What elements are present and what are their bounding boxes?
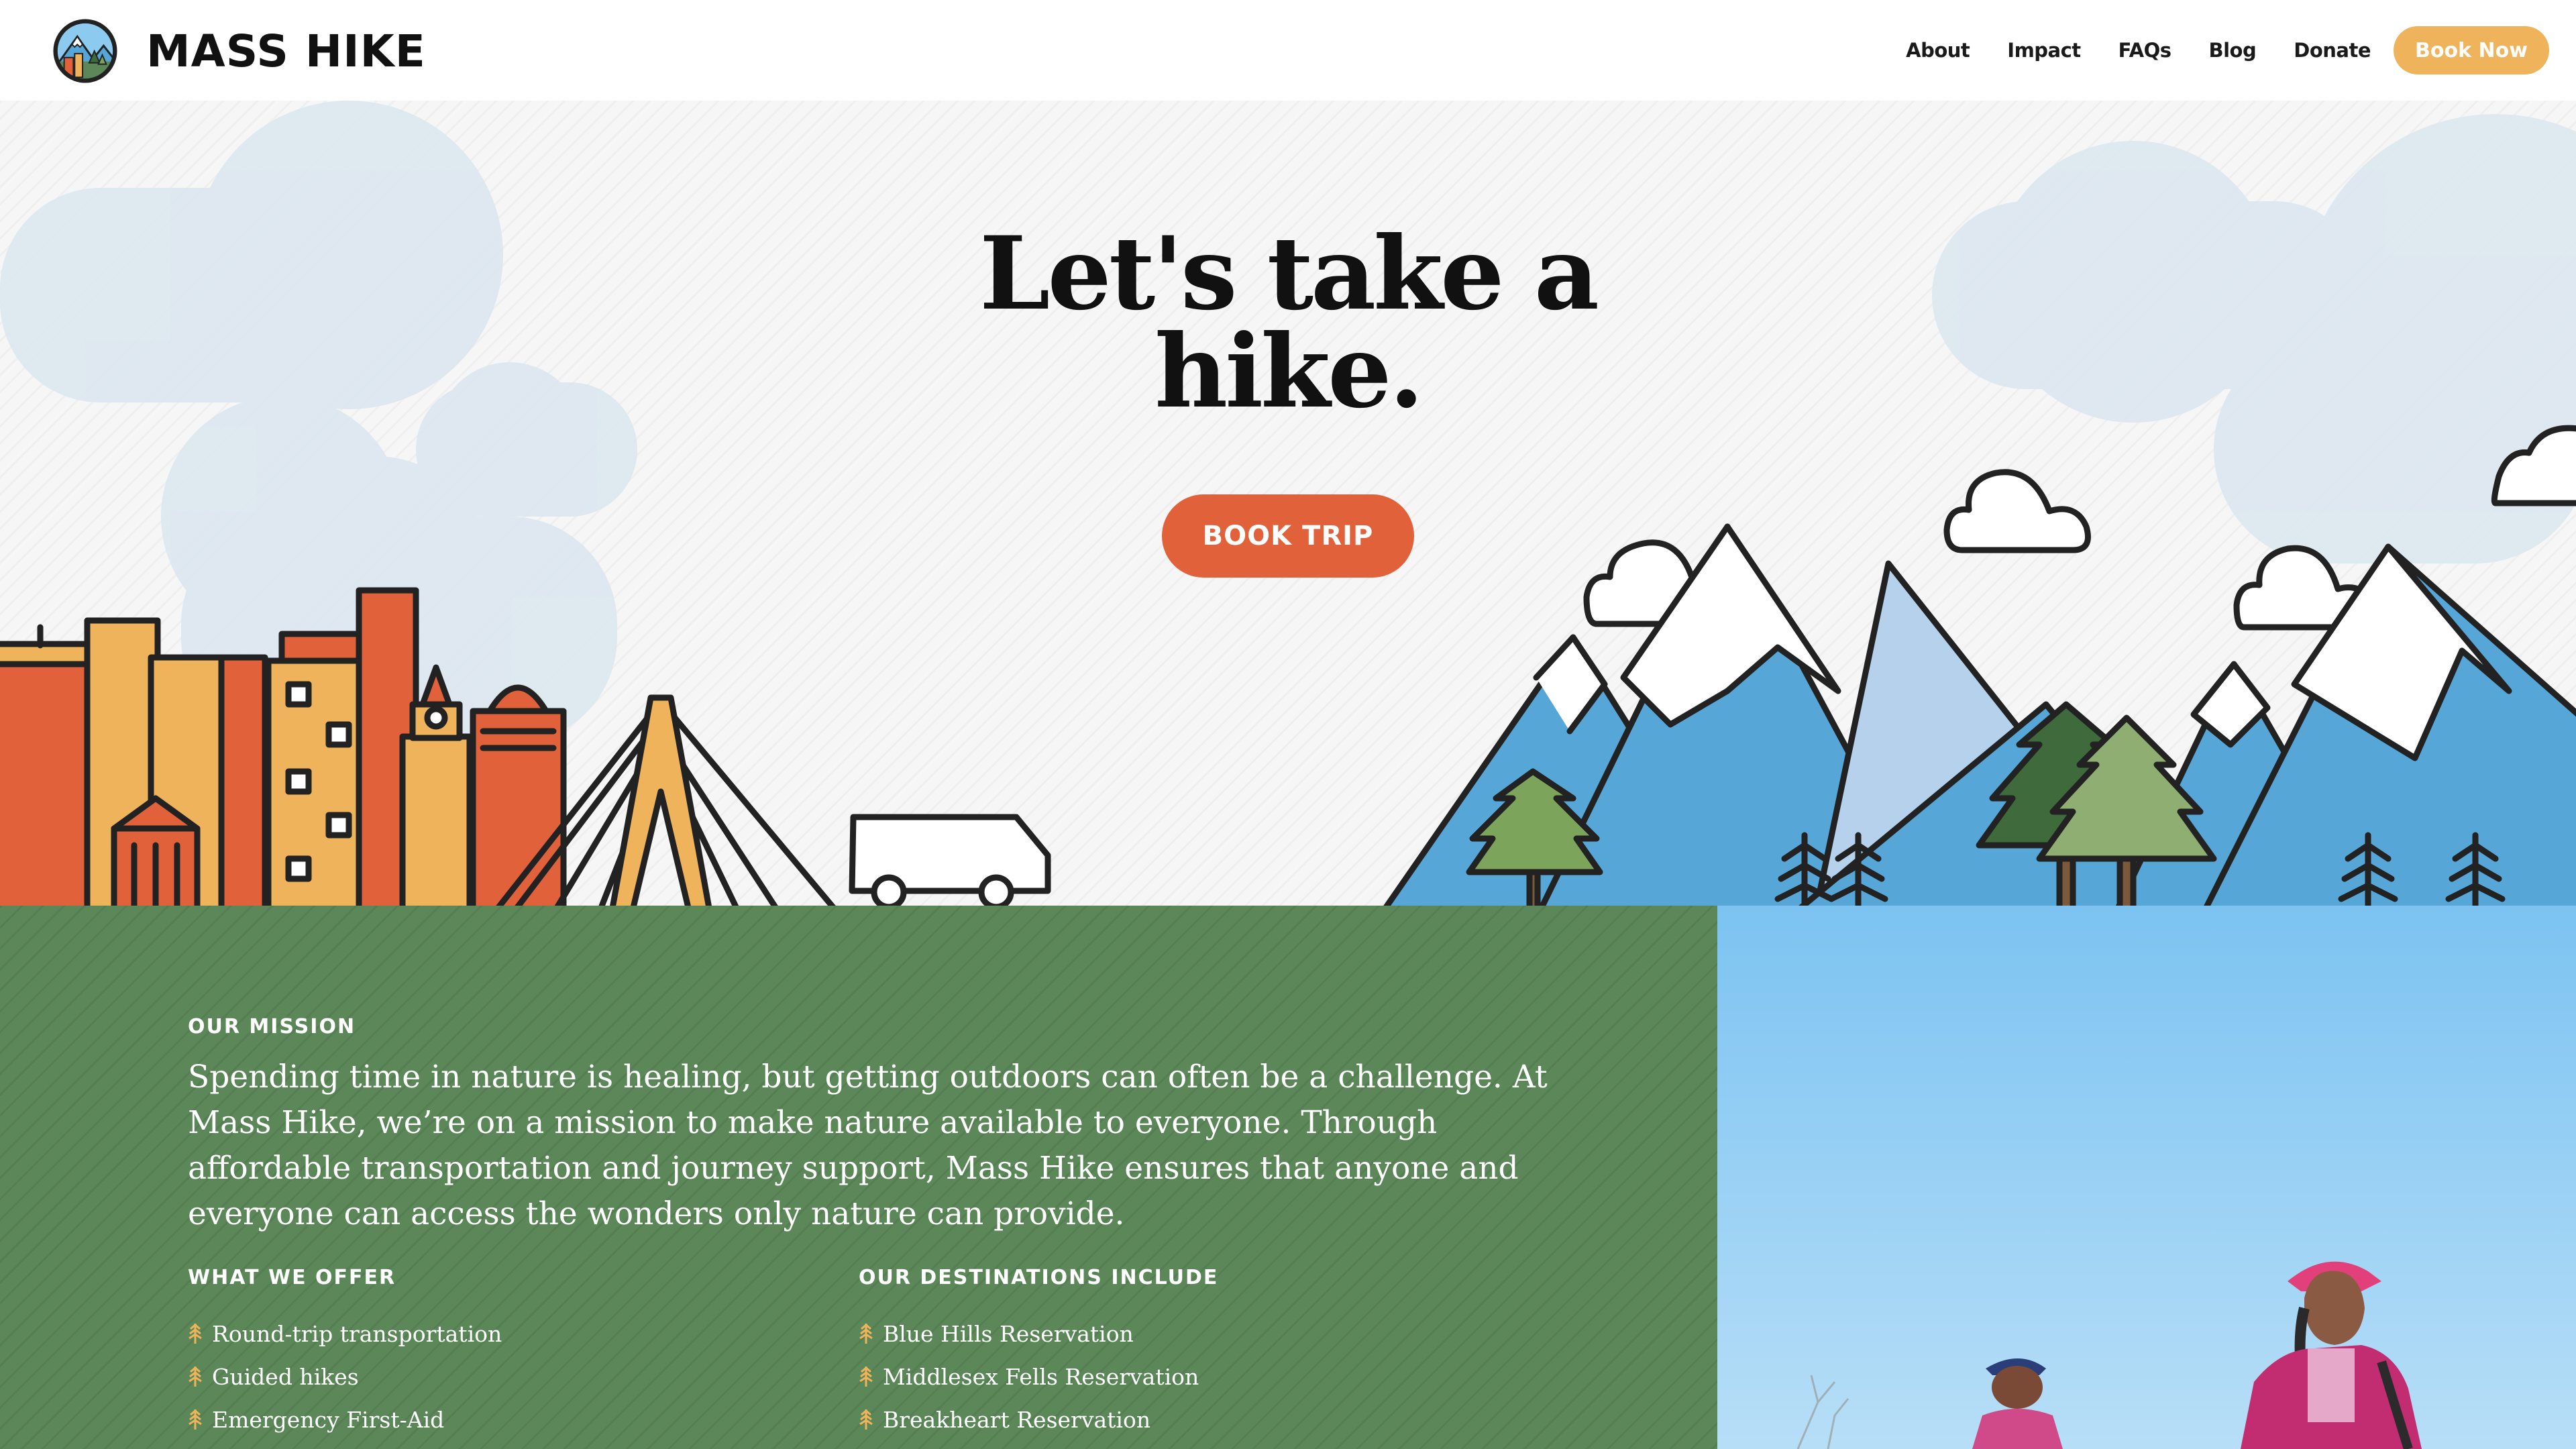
list-item: Middlesex Fells Reservation — [859, 1355, 1218, 1398]
list-item-partial — [859, 1441, 1218, 1449]
list-item: Guided hikes — [188, 1355, 502, 1398]
nav-link-about[interactable]: About — [1906, 39, 1970, 62]
mission-label: OUR MISSION — [188, 1015, 356, 1038]
offer-item-text: Emergency First-Aid — [212, 1406, 445, 1433]
book-now-button[interactable]: Book Now — [2394, 26, 2549, 74]
tree-icon — [189, 1324, 202, 1344]
destination-item-text: Blue Hills Reservation — [883, 1320, 1134, 1347]
hikers-photo — [1717, 906, 2576, 1449]
hero-section: Let's take a hike. BOOK TRIP — [0, 101, 2576, 906]
offer-item-text: Guided hikes — [212, 1363, 359, 1390]
mountain-badge-logo — [53, 19, 117, 83]
nav-links: About Impact FAQs Blog Donate Book Now — [1906, 25, 2549, 75]
nav-link-donate[interactable]: Donate — [2294, 39, 2371, 62]
nav-link-blog[interactable]: Blog — [2209, 39, 2257, 62]
list-item: Blue Hills Reservation — [859, 1312, 1218, 1355]
mission-text: Spending time in nature is healing, but … — [188, 1059, 1548, 1232]
tree-icon — [859, 1366, 873, 1387]
offer-column: WHAT WE OFFER Round-trip transportation … — [188, 1266, 502, 1449]
mission-section: OUR MISSION Spending time in nature is h… — [0, 906, 1717, 1449]
destinations-label: OUR DESTINATIONS INCLUDE — [859, 1266, 1219, 1289]
list-item: Emergency First-Aid — [188, 1398, 502, 1441]
destinations-list: Blue Hills Reservation Middlesex Fells R… — [859, 1312, 1218, 1449]
list-item: Round-trip transportation — [188, 1312, 502, 1355]
list-item: Breakheart Reservation — [859, 1398, 1218, 1441]
nav-link-faqs[interactable]: FAQs — [2118, 39, 2171, 62]
offer-item-text: Round-trip transportation — [212, 1320, 502, 1347]
tree-icon — [189, 1366, 202, 1387]
logo-text: MASS HIKE — [146, 25, 426, 77]
hikers-photo-image — [1717, 906, 2576, 1449]
hero-title: Let's take a hike. — [979, 215, 1599, 431]
offer-list: Round-trip transportation Guided hikes E… — [188, 1312, 502, 1449]
list-item-partial — [188, 1441, 502, 1449]
book-trip-button[interactable]: BOOK TRIP — [1162, 494, 1414, 578]
destination-item-text: Middlesex Fells Reservation — [883, 1363, 1199, 1390]
nav-link-impact[interactable]: Impact — [2007, 39, 2081, 62]
van-icon — [849, 814, 1051, 906]
destination-item-text: Breakheart Reservation — [883, 1406, 1151, 1433]
destinations-column: OUR DESTINATIONS INCLUDE Blue Hills Rese… — [859, 1266, 1218, 1449]
top-navigation: MASS HIKE About Impact FAQs Blog Donate … — [0, 0, 2576, 101]
offer-label: WHAT WE OFFER — [188, 1266, 396, 1289]
tree-icon — [189, 1409, 202, 1430]
tree-icon — [859, 1324, 873, 1344]
tree-icon — [859, 1409, 873, 1430]
logo-link[interactable]: MASS HIKE — [52, 17, 426, 85]
